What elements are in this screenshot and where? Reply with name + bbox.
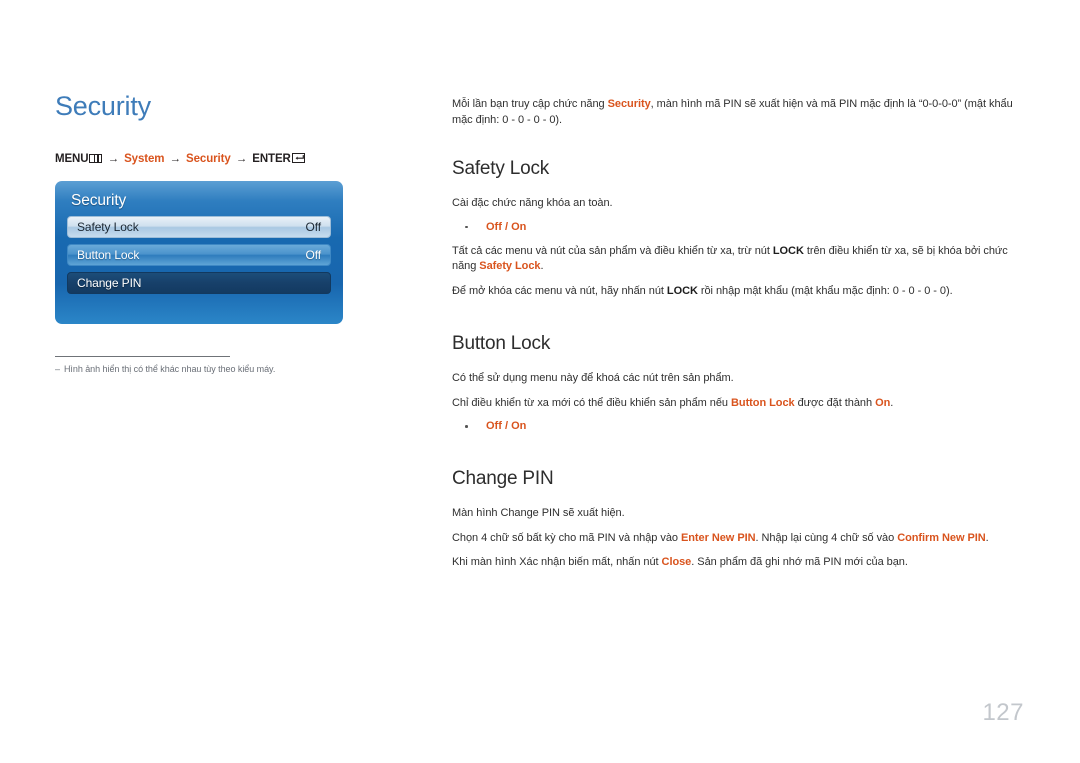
accent-close: Close [661, 556, 692, 568]
button-lock-paragraph-2: Chỉ điều khiển từ xa mới có thể điều khi… [452, 396, 1018, 412]
safety-lock-options: Off / On [452, 220, 1018, 235]
osd-row-label: Button Lock [77, 247, 140, 262]
option-off: Off [486, 420, 502, 432]
osd-row-label: Safety Lock [77, 219, 139, 234]
breadcrumb-step-security: Security [186, 152, 231, 165]
text-a: Để mở khóa các menu và nút, hãy nhấn nút [452, 284, 667, 297]
text-b: . Nhập lại cùng 4 chữ số vào [755, 531, 898, 544]
text-c: . [540, 260, 544, 272]
right-column: Mỗi lần bạn truy cập chức năng Security,… [452, 97, 1018, 571]
osd-row-safety-lock[interactable]: Safety Lock Off [67, 215, 331, 238]
intro-accent-security: Security [607, 98, 651, 110]
footnote-dash: ‒ [55, 363, 60, 374]
list-item[interactable]: Off / On [465, 220, 1018, 235]
accent-enter-new-pin: Enter New PIN [680, 531, 756, 544]
safety-lock-paragraph-3: Để mở khóa các menu và nút, hãy nhấn nút… [452, 284, 1018, 300]
option-on: On [511, 220, 527, 233]
footnote: ‒ Hình ảnh hiển thị có thể khác nhau tùy … [55, 355, 275, 374]
change-pin-paragraph-3: Khi màn hình Xác nhận biến mất, nhấn nút… [452, 555, 1018, 571]
text-c: . [890, 396, 894, 409]
text-a: Chỉ điều khiển từ xa mới có thể điều khi… [452, 396, 731, 409]
osd-row-change-pin[interactable]: Change PIN [67, 271, 331, 294]
option-on: On [511, 420, 527, 432]
breadcrumb-step-system: System [124, 152, 165, 165]
breadcrumb-arrow-1: → [107, 152, 120, 165]
keyword-lock: LOCK [772, 244, 804, 257]
text-b: được đặt thành [794, 396, 876, 409]
text-a: Khi màn hình Xác nhận biến mất, nhấn nút [452, 556, 662, 568]
accent-safety-lock: Safety Lock [479, 260, 541, 272]
osd-row-value: Off [305, 219, 322, 234]
change-pin-paragraph-2: Chọn 4 chữ số bất kỳ cho mã PIN và nhập … [452, 531, 1018, 547]
option-off: Off [486, 220, 502, 233]
safety-lock-lead: Cài đặc chức năng khóa an toàn. [452, 197, 613, 209]
breadcrumb: MENU → System → Security → ENTER [55, 152, 415, 165]
option-separator: / [501, 220, 512, 233]
text-b: . Sản phẩm đã ghi nhớ mã PIN mới của bạn… [691, 556, 908, 568]
option-separator: / [501, 420, 512, 432]
menu-grid-icon [89, 153, 103, 163]
text-b: rồi nhập mật khẩu (mật khẩu mặc định: 0 … [697, 284, 953, 297]
accent-confirm-new-pin: Confirm New PIN [897, 531, 986, 544]
osd-row-label: Change PIN [77, 275, 142, 290]
osd-row-value: Off [305, 247, 322, 262]
section-heading-safety-lock: Safety Lock [452, 158, 550, 179]
intro-text-a: Mỗi lần bạn truy cập chức năng [452, 98, 608, 110]
keyword-lock: LOCK [666, 284, 698, 297]
page-number: 127 [982, 699, 1024, 726]
enter-return-icon [291, 152, 305, 163]
breadcrumb-enter-label: ENTER [252, 152, 291, 165]
breadcrumb-arrow-3: → [235, 152, 248, 165]
footnote-divider [55, 355, 230, 357]
button-lock-lead: Có thể sử dụng menu này để khoá các nút … [452, 372, 734, 384]
list-item[interactable]: Off / On [465, 419, 1018, 434]
change-pin-lead: Màn hình Change PIN sẽ xuất hiện. [452, 507, 625, 519]
osd-menu-title: Security [71, 191, 127, 209]
text-c: . [985, 531, 989, 544]
accent-button-lock: Button Lock [731, 396, 795, 409]
text-a: Tất cả các menu và nút của sản phẩm và đ… [452, 244, 773, 257]
osd-row-button-lock[interactable]: Button Lock Off [67, 243, 331, 266]
left-column: Security MENU → System → Security → ENTE… [55, 91, 415, 374]
intro-paragraph: Mỗi lần bạn truy cập chức năng Security,… [452, 97, 1018, 128]
footnote-text: ‒ Hình ảnh hiển thị có thể khác nhau tùy … [55, 363, 275, 374]
section-heading-change-pin: Change PIN [452, 468, 554, 489]
button-lock-options: Off / On [452, 419, 1018, 434]
breadcrumb-arrow-2: → [169, 152, 182, 165]
safety-lock-paragraph-2: Tất cả các menu và nút của sản phẩm và đ… [452, 244, 1018, 275]
text-a: Chọn 4 chữ số bất kỳ cho mã PIN và nhập … [452, 531, 681, 544]
accent-on: On [875, 396, 891, 409]
section-heading-button-lock: Button Lock [452, 333, 551, 354]
osd-menu-preview: Security Safety Lock Off Button Lock Off… [55, 180, 343, 324]
footnote-body: Hình ảnh hiển thị có thể khác nhau tùy t… [63, 363, 276, 374]
breadcrumb-menu-label: MENU [55, 152, 89, 165]
page-title: Security [55, 91, 151, 121]
